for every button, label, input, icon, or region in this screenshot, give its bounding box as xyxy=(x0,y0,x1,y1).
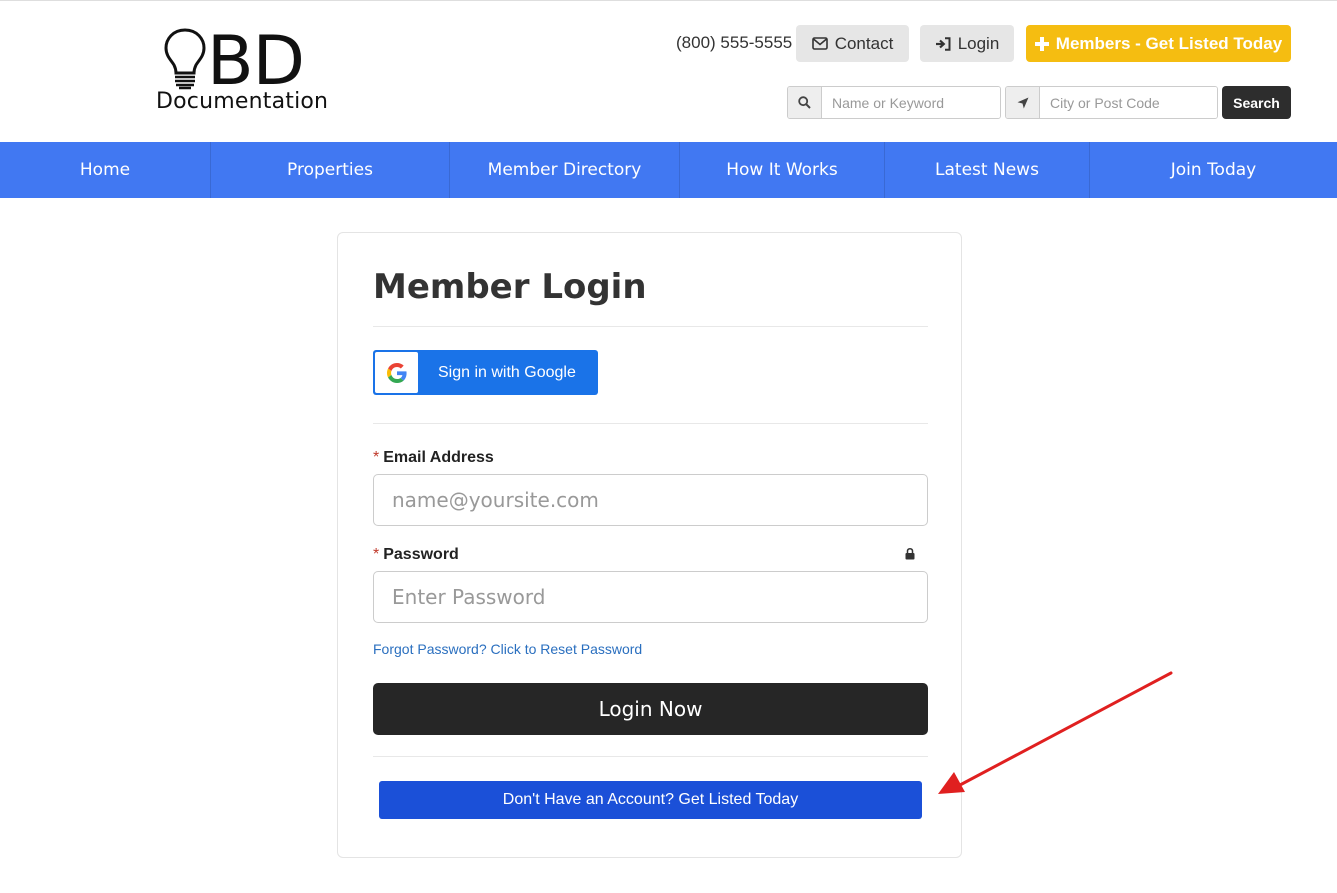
divider xyxy=(373,756,928,757)
required-marker: * xyxy=(373,546,380,563)
location-search-input[interactable] xyxy=(1040,87,1217,118)
login-button[interactable]: Login xyxy=(920,25,1014,62)
members-label: Members - Get Listed Today xyxy=(1055,33,1283,53)
search-button[interactable]: Search xyxy=(1222,86,1291,119)
password-label-text: Password xyxy=(383,546,459,563)
envelope-icon xyxy=(811,37,828,50)
plus-icon xyxy=(1034,36,1049,51)
site-logo[interactable]: BD Documentation xyxy=(155,26,345,116)
forgot-password-link[interactable]: Forgot Password? Click to Reset Password xyxy=(373,640,642,658)
keyword-search-group xyxy=(787,86,1001,119)
divider xyxy=(373,326,928,327)
nav-item-properties[interactable]: Properties xyxy=(211,142,450,198)
page-title: Member Login xyxy=(373,267,647,307)
logo-text-bd: BD xyxy=(207,22,305,101)
email-field[interactable] xyxy=(374,475,927,525)
nav-item-label: Latest News xyxy=(935,160,1039,180)
get-listed-button[interactable]: Don't Have an Account? Get Listed Today xyxy=(379,781,922,819)
members-get-listed-button[interactable]: Members - Get Listed Today xyxy=(1026,25,1291,62)
logo-text-documentation: Documentation xyxy=(156,89,329,114)
phone-number[interactable]: (800) 555-5555 xyxy=(676,32,792,54)
nav-item-label: Properties xyxy=(287,160,373,180)
google-g-icon xyxy=(375,352,418,393)
nav-item-join-today[interactable]: Join Today xyxy=(1090,142,1337,198)
nav-item-label: Member Directory xyxy=(487,160,642,180)
main-nav: Home Properties Member Directory How It … xyxy=(0,142,1337,198)
location-search-group xyxy=(1005,86,1218,119)
member-login-card: Member Login Sign in with Google * Email … xyxy=(337,232,962,858)
nav-item-member-directory[interactable]: Member Directory xyxy=(450,142,680,198)
contact-label: Contact xyxy=(834,33,894,53)
top-border xyxy=(0,0,1337,1)
nav-item-label: Home xyxy=(79,160,131,180)
required-marker: * xyxy=(373,449,380,466)
nav-item-latest-news[interactable]: Latest News xyxy=(885,142,1090,198)
password-field[interactable] xyxy=(374,572,927,622)
location-arrow-icon xyxy=(1006,87,1040,118)
password-field-wrapper xyxy=(373,571,928,623)
nav-item-label: Join Today xyxy=(1170,160,1257,180)
email-label: * Email Address xyxy=(373,448,494,468)
google-sign-in-label: Sign in with Google xyxy=(438,363,576,381)
login-label: Login xyxy=(957,33,1000,53)
google-sign-in-button[interactable]: Sign in with Google xyxy=(373,350,598,395)
keyword-search-input[interactable] xyxy=(822,87,1000,118)
nav-item-label: How It Works xyxy=(726,160,838,180)
password-label: * Password xyxy=(373,545,459,565)
nav-item-how-it-works[interactable]: How It Works xyxy=(680,142,885,198)
search-icon xyxy=(788,87,822,118)
login-now-button[interactable]: Login Now xyxy=(373,683,928,735)
red-arrow-icon xyxy=(938,671,1173,794)
lightbulb-icon xyxy=(164,28,206,90)
email-label-text: Email Address xyxy=(383,449,494,466)
sign-in-icon xyxy=(935,36,951,51)
lock-icon xyxy=(905,547,915,565)
contact-button[interactable]: Contact xyxy=(796,25,909,62)
email-field-wrapper xyxy=(373,474,928,526)
divider xyxy=(373,423,928,424)
nav-item-home[interactable]: Home xyxy=(0,142,211,198)
